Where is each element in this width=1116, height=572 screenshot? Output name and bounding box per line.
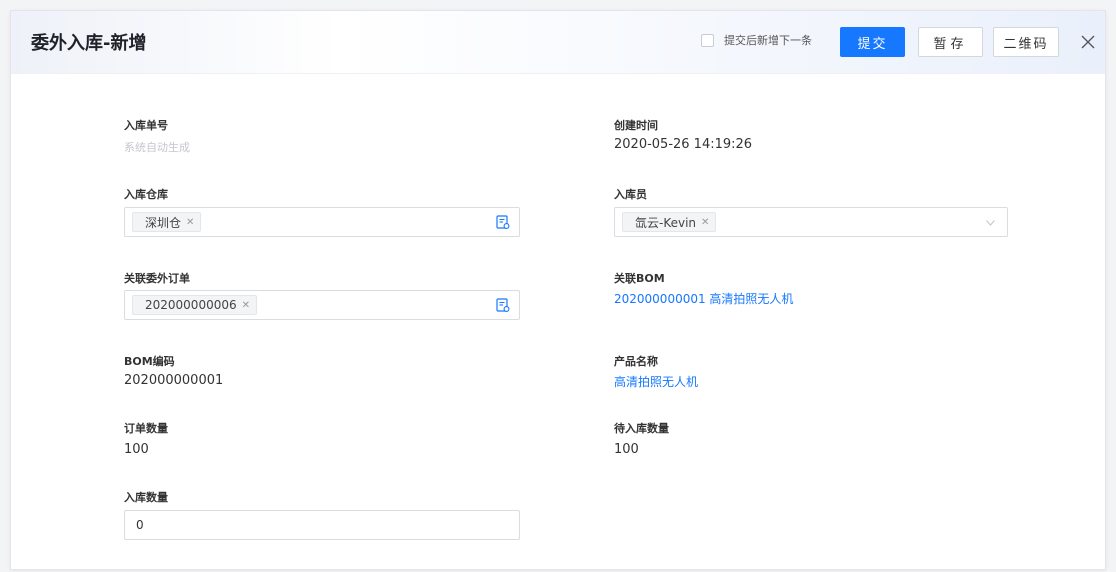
checkbox-label[interactable]: 提交后新增下一条 <box>724 32 812 48</box>
tag-remove-icon[interactable]: ✕ <box>186 217 194 228</box>
receipt-no-placeholder: 系统自动生成 <box>124 141 190 154</box>
submit-button[interactable]: 提交 <box>840 27 905 57</box>
bom-label: 关联BOM <box>614 272 665 285</box>
checkbox-box[interactable] <box>701 33 714 47</box>
operator-tag-label: 氙云-Kevin <box>635 215 697 230</box>
picker-icon[interactable] <box>496 298 510 313</box>
outsource-order-label: 关联委外订单 <box>124 272 190 285</box>
add-receipt-dialog: 委外入库-新增 提交后新增下一条 提交 暂存 二维码 入库单号 系统自动生成 入… <box>10 10 1106 570</box>
product-name-label: 产品名称 <box>614 355 658 368</box>
bom-link[interactable]: 202000000001 高清拍照无人机 <box>614 290 793 307</box>
picker-icon[interactable] <box>496 215 510 230</box>
tag-remove-icon[interactable]: ✕ <box>242 300 250 311</box>
save-draft-button[interactable]: 暂存 <box>918 27 983 57</box>
created-time-label: 创建时间 <box>614 119 658 132</box>
product-name-link[interactable]: 高清拍照无人机 <box>614 373 698 390</box>
warehouse-select[interactable]: 深圳仓 ✕ <box>124 207 520 237</box>
tag-remove-icon[interactable]: ✕ <box>701 217 709 228</box>
order-qty-label: 订单数量 <box>124 422 168 435</box>
receipt-no-label: 入库单号 <box>124 119 168 132</box>
bom-code-label: BOM编码 <box>124 355 175 368</box>
warehouse-tag: 深圳仓 ✕ <box>132 212 202 232</box>
bom-code-value: 202000000001 <box>124 373 224 388</box>
outsource-order-tag: 202000000006 ✕ <box>132 295 258 315</box>
warehouse-tag-label: 深圳仓 <box>145 215 182 230</box>
chevron-down-icon[interactable] <box>986 220 995 226</box>
operator-select[interactable]: 氙云-Kevin ✕ <box>614 207 1008 237</box>
outsource-order-select[interactable]: 202000000006 ✕ <box>124 290 520 320</box>
operator-tag: 氙云-Kevin ✕ <box>622 212 717 232</box>
close-icon[interactable] <box>1075 29 1101 55</box>
dialog-title: 委外入库-新增 <box>31 33 147 54</box>
warehouse-label: 入库仓库 <box>124 188 168 201</box>
qr-code-button[interactable]: 二维码 <box>993 27 1059 57</box>
add-next-checkbox[interactable]: 提交后新增下一条 <box>701 32 812 48</box>
operator-label: 入库员 <box>614 188 647 201</box>
in-qty-label: 入库数量 <box>124 491 168 504</box>
created-time-value: 2020-05-26 14:19:26 <box>614 137 753 152</box>
order-qty-value: 100 <box>124 442 149 457</box>
outsource-order-tag-label: 202000000006 <box>145 298 237 312</box>
dialog-header: 委外入库-新增 提交后新增下一条 提交 暂存 二维码 <box>11 11 1105 74</box>
pending-qty-label: 待入库数量 <box>614 422 669 435</box>
in-qty-input[interactable]: 0 <box>124 510 520 540</box>
pending-qty-value: 100 <box>614 442 639 457</box>
